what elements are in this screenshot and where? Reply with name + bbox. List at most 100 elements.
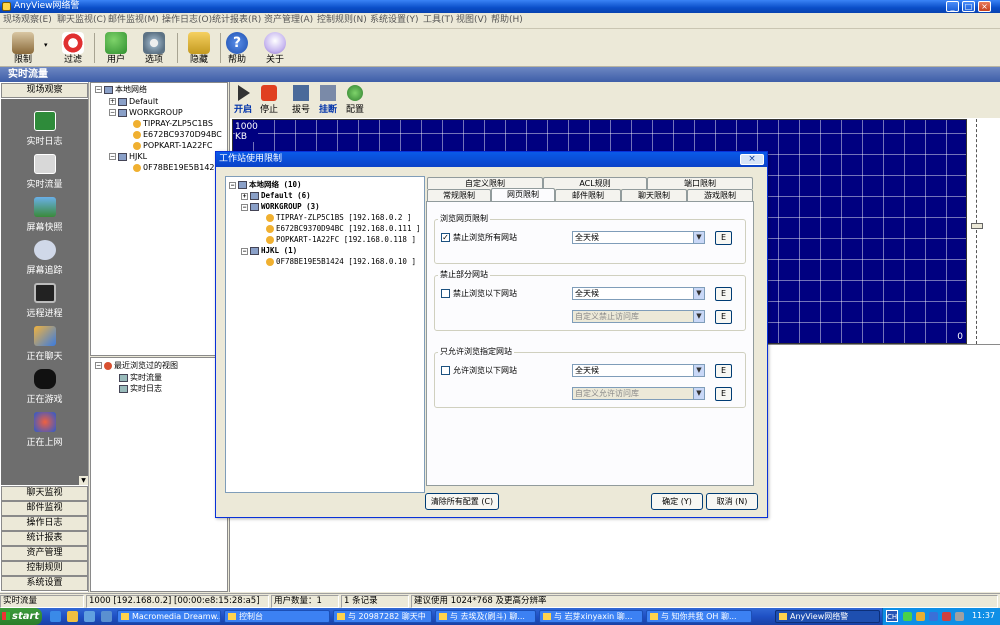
tree-node-host[interactable]: 0F78BE19E5B1424 <box>133 163 220 173</box>
nav-item-realtime-log[interactable]: 实时日志 <box>1 111 88 147</box>
taskbar-button[interactable]: 与 去埃及(刷斗) 聊... <box>435 610 536 623</box>
tree-node-hjkl[interactable]: − HJKL (1) <box>241 246 297 256</box>
nav-assets[interactable]: 资产管理 <box>1 546 88 561</box>
about-button[interactable]: 关于 <box>258 31 292 65</box>
limit-dropdown-arrow-icon[interactable]: ▾ <box>44 41 48 49</box>
tree-node-host[interactable]: TIPRAY-ZLP5C1BS <box>133 119 213 129</box>
time-select[interactable]: 全天候 ▼ <box>572 287 705 300</box>
nav-system-settings[interactable]: 系统设置 <box>1 576 88 591</box>
nav-operation-log[interactable]: 操作日志 <box>1 516 88 531</box>
edit-library-button[interactable]: E <box>715 310 732 324</box>
collapse-icon[interactable]: − <box>229 181 236 189</box>
user-button[interactable]: 用户 <box>99 31 133 65</box>
tree-node-workgroup[interactable]: − WORKGROUP <box>109 108 183 118</box>
slider-thumb[interactable] <box>971 223 983 229</box>
ok-button[interactable]: 确定 (Y) <box>651 493 703 510</box>
expand-icon[interactable]: + <box>109 98 116 105</box>
tree-node-host[interactable]: 0F78BE19E5B1424 [192.168.0.10 ] <box>266 257 416 267</box>
menu-oplog[interactable]: 操作日志(O) <box>162 15 212 26</box>
collapse-icon[interactable]: − <box>109 153 116 160</box>
taskbar-button[interactable]: 控制台 <box>224 610 330 623</box>
menu-tools[interactable]: 工具(T) <box>423 15 454 26</box>
tree-node-root[interactable]: − 本地网络 <box>95 85 147 95</box>
tree-node-hjkl[interactable]: − HJKL <box>109 152 147 162</box>
graph-scale-slider[interactable] <box>968 119 996 344</box>
nav-item-screenshot[interactable]: 屏幕快照 <box>1 197 88 233</box>
media-icon[interactable] <box>84 611 95 622</box>
nav-observe-header[interactable]: 现场观察 <box>1 83 88 98</box>
volume-icon[interactable] <box>955 612 964 621</box>
time-select[interactable]: 全天候 ▼ <box>572 364 705 377</box>
time-select[interactable]: 全天候 ▼ <box>572 231 705 244</box>
tab-chat-limit[interactable]: 聊天限制 <box>621 189 687 201</box>
clear-all-config-button[interactable]: 清除所有配置 (C) <box>425 493 499 510</box>
tree-node-recent-views[interactable]: − 最近浏览过的视图 <box>95 361 178 371</box>
taskbar-button[interactable]: Macromedia Dreamw... <box>117 610 221 623</box>
nav-item-screen-track[interactable]: 屏幕追踪 <box>1 240 88 276</box>
menu-mail[interactable]: 邮件监视(M) <box>108 15 159 26</box>
recent-view-item[interactable]: 实时流量 <box>119 373 162 383</box>
help-button[interactable]: ? 帮助 <box>220 31 254 65</box>
menu-help[interactable]: 帮助(H) <box>491 15 523 26</box>
expand-icon[interactable]: + <box>241 192 248 200</box>
block-listed-sites-checkbox[interactable]: 禁止浏览以下网站 <box>441 289 517 299</box>
folder-icon[interactable] <box>67 611 78 622</box>
close-button[interactable]: × <box>978 1 991 12</box>
nav-item-remote-process[interactable]: 远程进程 <box>1 283 88 319</box>
edit-time-button[interactable]: E <box>715 287 732 301</box>
menu-settings[interactable]: 系统设置(Y) <box>370 15 419 26</box>
tray-icon[interactable] <box>903 612 912 621</box>
collapse-icon[interactable]: − <box>95 362 102 369</box>
tab-port-limit[interactable]: 端口限制 <box>647 177 753 189</box>
nav-mail-monitor[interactable]: 邮件监视 <box>1 501 88 516</box>
taskbar-button[interactable]: 与 20987282 聊天中 <box>333 610 432 623</box>
tree-node-host[interactable]: POPKART-1A22FC <box>133 141 212 151</box>
edit-library-button[interactable]: E <box>715 387 732 401</box>
tree-node-host[interactable]: E672BC9370D94BC [192.168.0.111 ] <box>266 224 421 234</box>
menu-report[interactable]: 统计报表(R) <box>212 15 261 26</box>
maximize-button[interactable]: □ <box>962 1 975 12</box>
filter-button[interactable]: 过滤 <box>56 31 90 65</box>
menu-observe[interactable]: 现场观察(E) <box>3 15 52 26</box>
config-button[interactable]: 配置 <box>342 85 368 115</box>
menu-view[interactable]: 视图(V) <box>456 15 487 26</box>
ime-indicator[interactable]: CH <box>886 610 898 622</box>
scroll-down-icon[interactable]: ▼ <box>79 476 88 485</box>
menu-chat[interactable]: 聊天监视(C) <box>57 15 106 26</box>
nav-item-realtime-traffic[interactable]: 实时流量 <box>1 154 88 190</box>
limit-button[interactable]: 限制 <box>6 31 40 65</box>
tree-node-root[interactable]: − 本地网络 (10) <box>229 180 302 190</box>
nav-chat-monitor[interactable]: 聊天监视 <box>1 486 88 501</box>
nav-item-browsing[interactable]: 正在上网 <box>1 412 88 448</box>
taskbar-button-active[interactable]: AnyView网络警 <box>775 610 880 623</box>
recent-view-item[interactable]: 实时日志 <box>119 384 162 394</box>
block-all-sites-checkbox[interactable]: ✓ 禁止浏览所有网站 <box>441 233 517 243</box>
tray-icon[interactable] <box>916 612 925 621</box>
tree-node-host[interactable]: TIPRAY-ZLP5C1BS [192.168.0.2 ] <box>266 213 411 223</box>
desktop-icon[interactable] <box>101 611 112 622</box>
start-button[interactable]: 开启 <box>230 85 256 115</box>
tray-icon[interactable] <box>929 612 938 621</box>
taskbar-button[interactable]: 与 知你共我 OH 聊... <box>646 610 752 623</box>
tab-general-limit[interactable]: 常规限制 <box>427 189 491 201</box>
collapse-icon[interactable]: − <box>95 86 102 93</box>
tree-node-host[interactable]: POPKART-1A22FC [192.168.0.118 ] <box>266 235 416 245</box>
collapse-icon[interactable]: − <box>109 109 116 116</box>
tree-node-default[interactable]: + Default <box>109 97 158 107</box>
tab-acl-rules[interactable]: ACL规则 <box>543 177 647 189</box>
hide-button[interactable]: 隐藏 <box>182 31 216 65</box>
nav-control-rules[interactable]: 控制规则 <box>1 561 88 576</box>
dialog-close-button[interactable]: × <box>740 154 764 165</box>
tray-icon[interactable] <box>942 612 951 621</box>
menu-rules[interactable]: 控制规则(N) <box>317 15 367 26</box>
tab-web-limit[interactable]: 网页限制 <box>491 188 555 201</box>
taskbar-button[interactable]: 与 岩芽xinyaxin 聊... <box>539 610 643 623</box>
cancel-button[interactable]: 取消 (N) <box>706 493 758 510</box>
ie-icon[interactable] <box>50 611 61 622</box>
start-button[interactable]: start <box>0 608 42 625</box>
edit-time-button[interactable]: E <box>715 231 732 245</box>
edit-time-button[interactable]: E <box>715 364 732 378</box>
minimize-button[interactable]: _ <box>946 1 959 12</box>
tab-game-limit[interactable]: 游戏限制 <box>687 189 753 201</box>
nav-item-gaming[interactable]: 正在游戏 <box>1 369 88 405</box>
